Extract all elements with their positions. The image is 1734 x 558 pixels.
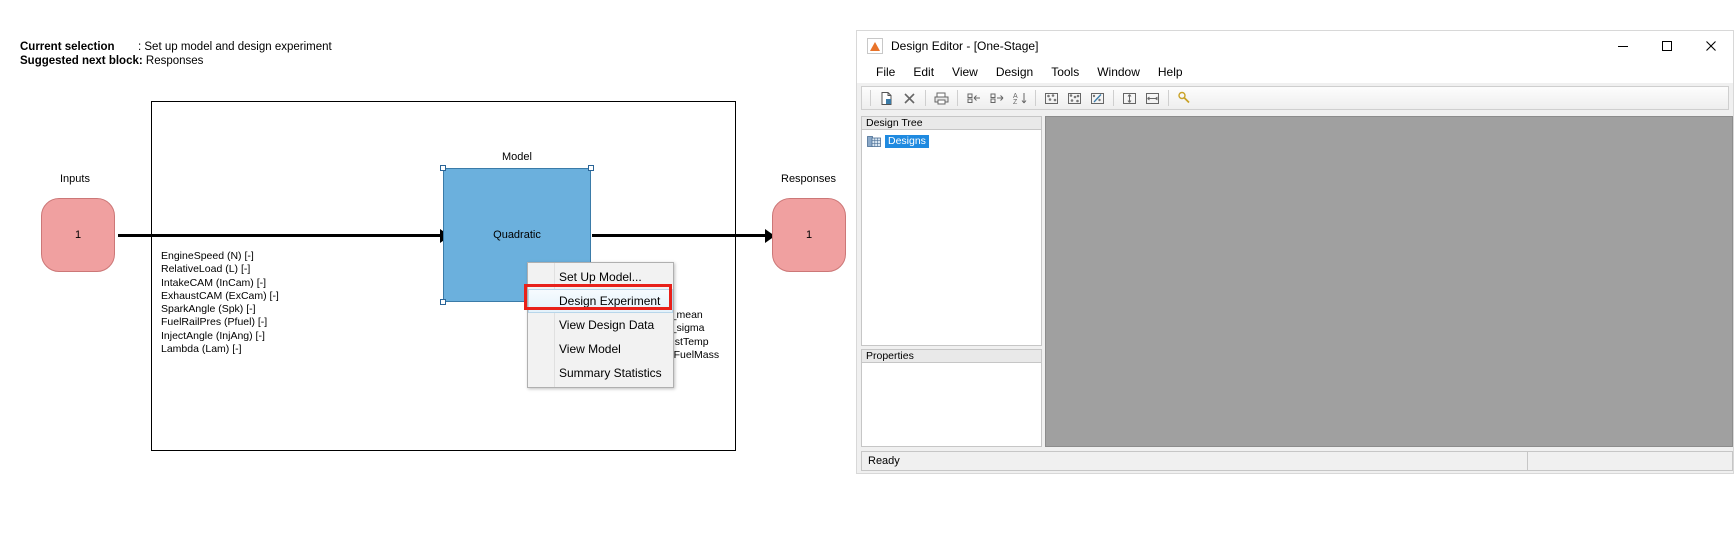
model-type-label: Quadratic <box>493 229 541 241</box>
menu-window[interactable]: Window <box>1088 63 1149 81</box>
response-connection-wire <box>592 234 770 237</box>
input-variable-item: Lambda (Lam) [-] <box>161 343 242 356</box>
new-design-icon[interactable] <box>876 88 897 108</box>
current-selection-value: : Set up model and design experiment <box>138 41 332 53</box>
resize-handle-top-right[interactable] <box>588 165 594 171</box>
resize-handle-top-left[interactable] <box>440 165 446 171</box>
input-port-count: 1 <box>74 229 82 241</box>
menu-help[interactable]: Help <box>1149 63 1192 81</box>
move-right-icon[interactable] <box>986 88 1007 108</box>
status-text: Ready <box>861 451 1528 471</box>
delete-icon[interactable] <box>899 88 920 108</box>
response-port-count: 1 <box>805 229 813 241</box>
input-variable-item: FuelRailPres (Pfuel) [-] <box>161 316 268 329</box>
input-connection-wire <box>118 234 440 237</box>
toolbar-separator <box>870 90 871 106</box>
context-menu-item-set-up-model[interactable]: Set Up Model... <box>528 265 673 289</box>
design-edit-icon[interactable] <box>1087 88 1108 108</box>
design-editor-window: Design Editor - [One-Stage] File Edit View… <box>856 30 1734 474</box>
design-tree-header: Design Tree <box>861 116 1042 130</box>
context-menu-item-summary-statistics[interactable]: Summary Statistics <box>528 361 673 385</box>
svg-text:Z: Z <box>1013 99 1018 106</box>
window-controls <box>1601 31 1733 61</box>
model-browser-pane: Current selection : Set up model and desi… <box>0 0 860 558</box>
close-button[interactable] <box>1689 31 1733 61</box>
tree-item-designs[interactable]: Designs <box>864 134 1039 149</box>
responses-port-label: Responses <box>781 173 837 185</box>
inputs-port-label: Inputs <box>60 173 90 185</box>
input-variable-list: EngineSpeed (N) [-] RelativeLoad (L) [-] I… <box>161 250 279 356</box>
input-variable-item: EngineSpeed (N) [-] <box>161 250 254 262</box>
status-pane-secondary <box>1528 451 1733 471</box>
design-editor-toolbar: A Z <box>861 86 1729 110</box>
design-editor-left-column: Design Tree Designs Properties <box>861 116 1042 447</box>
design-canvas[interactable] <box>1045 116 1733 447</box>
designs-tree-icon <box>867 136 881 147</box>
toolbar-separator <box>1168 90 1169 106</box>
context-menu-item-view-model[interactable]: View Model <box>528 337 673 361</box>
help-icon[interactable] <box>1174 88 1195 108</box>
design-points-icon[interactable] <box>1041 88 1062 108</box>
matlab-app-icon <box>867 38 883 54</box>
design-editor-title: Design Editor - [One-Stage] <box>891 39 1039 53</box>
toolbar-separator <box>1035 90 1036 106</box>
input-port-node[interactable]: 1 <box>41 198 115 272</box>
current-selection-label: Current selection <box>20 41 115 53</box>
input-variable-item: IntakeCAM (InCam) [-] <box>161 276 267 289</box>
menu-design[interactable]: Design <box>987 63 1042 81</box>
context-menu-item-view-design-data[interactable]: View Design Data <box>528 313 673 337</box>
fit-vertical-icon[interactable] <box>1119 88 1140 108</box>
response-port-node[interactable]: 1 <box>772 198 846 272</box>
design-editor-body: Design Tree Designs Properties <box>861 116 1733 447</box>
input-variable-item: ExhaustCAM (ExCam) [-] <box>161 289 279 302</box>
design-editor-titlebar: Design Editor - [One-Stage] <box>857 31 1733 61</box>
move-left-icon[interactable] <box>963 88 984 108</box>
model-context-menu[interactable]: Set Up Model... Design Experiment View Des… <box>527 262 674 388</box>
minimize-button[interactable] <box>1601 31 1645 61</box>
selection-info: Current selection : Set up model and desi… <box>20 40 332 68</box>
print-icon[interactable] <box>931 88 952 108</box>
toolbar-separator <box>957 90 958 106</box>
maximize-button[interactable] <box>1645 31 1689 61</box>
design-points-alt-icon[interactable] <box>1064 88 1085 108</box>
model-block-label: Model <box>502 151 532 163</box>
suggested-next-block-value: Responses <box>145 55 204 67</box>
properties-header: Properties <box>861 349 1042 363</box>
input-variable-item: RelativeLoad (L) [-] <box>161 263 251 276</box>
menu-file[interactable]: File <box>867 63 904 81</box>
menu-edit[interactable]: Edit <box>904 63 943 81</box>
tree-label-designs: Designs <box>885 135 929 148</box>
sort-icon[interactable]: A Z <box>1009 88 1030 108</box>
resize-handle-bottom-left[interactable] <box>440 299 446 305</box>
toolbar-separator <box>1113 90 1114 106</box>
menu-tools[interactable]: Tools <box>1042 63 1088 81</box>
toolbar-separator <box>925 90 926 106</box>
context-menu-item-design-experiment[interactable]: Design Experiment <box>528 289 673 313</box>
menu-view[interactable]: View <box>943 63 987 81</box>
fit-horizontal-icon[interactable] <box>1142 88 1163 108</box>
suggested-next-block-label: Suggested next block: <box>20 55 143 67</box>
input-variable-item: InjectAngle (InjAng) [-] <box>161 329 265 342</box>
design-editor-statusbar: Ready <box>861 451 1733 471</box>
design-editor-menubar: File Edit View Design Tools Window Help <box>857 61 1733 83</box>
properties-body <box>861 363 1042 447</box>
input-variable-item: SparkAngle (Spk) [-] <box>161 303 256 316</box>
design-tree-body[interactable]: Designs <box>861 130 1042 346</box>
